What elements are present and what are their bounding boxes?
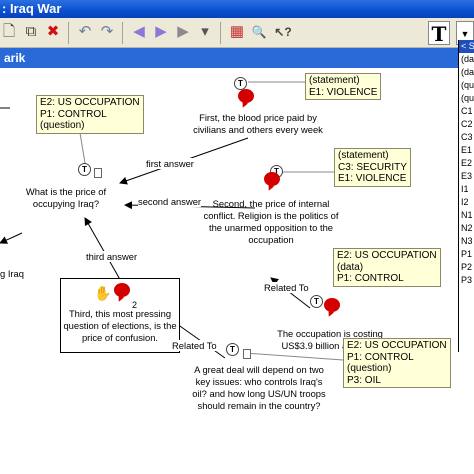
document-icon[interactable]	[243, 349, 251, 359]
code-list-item[interactable]: C2	[459, 118, 474, 131]
new-doc-icon[interactable]: 🗋	[0, 23, 18, 41]
toolbar-separator	[68, 22, 69, 44]
code-list-item[interactable]: C3	[459, 131, 474, 144]
code-list-item[interactable]: E2	[459, 157, 474, 170]
tag-line: E2: US OCCUPATION	[40, 97, 140, 108]
text-tool-button[interactable]: T	[428, 21, 450, 46]
statement-bubble-icon[interactable]	[324, 298, 340, 312]
code-list-item[interactable]: C1	[459, 105, 474, 118]
toolbar-separator	[122, 22, 123, 44]
copy-icon[interactable]: ⧉	[22, 23, 40, 41]
forward-arrow-icon[interactable]: ▶	[152, 23, 170, 41]
tag-t-icon[interactable]: T	[78, 163, 91, 176]
node-third[interactable]: Third, this most pressing question of el…	[62, 308, 178, 344]
link-line[interactable]	[0, 232, 23, 244]
redo-icon[interactable]: ↷	[98, 23, 116, 41]
node-second[interactable]: Second, the price of internal conflict. …	[200, 198, 342, 246]
map-name: arik	[4, 51, 26, 65]
tag-line: (question)	[347, 363, 392, 374]
tag-t-icon[interactable]: T	[226, 343, 239, 356]
code-list-item[interactable]: I1	[459, 183, 474, 196]
window-title: : Iraq War	[2, 1, 62, 16]
code-list-item[interactable]: (qu	[459, 79, 474, 92]
hand-cursor-icon: ✋	[94, 285, 112, 301]
tag-line: E2: US OCCUPATION	[337, 250, 437, 261]
tag-line: (statement)	[338, 150, 389, 161]
statement-bubble-icon[interactable]	[238, 89, 254, 103]
link-label-second-answer[interactable]: second answer	[138, 196, 202, 207]
tag-line: C3: SECURITY	[338, 161, 407, 173]
statement-bubble-icon[interactable]	[264, 172, 280, 186]
tag-connector	[244, 352, 344, 361]
code-list-item[interactable]: P1	[459, 248, 474, 261]
toolbar: 🗋 ⧉ ✖ ↶ ↷ ◀ ▶ ▶ ▾ ▦ 🔍 ↖? T ▼	[0, 18, 474, 48]
map-canvas[interactable]: T First, the blood price paid by civilia…	[0, 68, 458, 474]
tag-t-icon[interactable]: T	[310, 295, 323, 308]
document-icon[interactable]	[94, 168, 102, 178]
code-list-item[interactable]: E1	[459, 144, 474, 157]
tag-line: (data)	[337, 261, 364, 273]
code-list-item[interactable]: P2	[459, 261, 474, 274]
link-label-related-to[interactable]: Related To	[264, 282, 309, 293]
tag-box[interactable]: E2: US OCCUPATION P1: CONTROL (question)	[36, 95, 144, 134]
code-list-item[interactable]: P3	[459, 274, 474, 287]
code-list-item[interactable]: N1	[459, 209, 474, 222]
node-question[interactable]: What is the price of occupying Iraq?	[18, 186, 114, 210]
tag-line: (question)	[40, 120, 85, 131]
code-list-item[interactable]: (qu	[459, 92, 474, 105]
tag-line: E1: VIOLENCE	[309, 86, 378, 98]
node-fragment[interactable]: g Iraq	[0, 268, 32, 280]
link-label-third-answer[interactable]: third answer	[86, 251, 138, 262]
delete-x-icon[interactable]: ✖	[44, 23, 62, 41]
code-list-item[interactable]: < S	[459, 40, 474, 53]
tag-box[interactable]: E2: US OCCUPATION P1: CONTROL (question)…	[343, 338, 451, 388]
toolbar-separator	[220, 22, 221, 44]
help-pointer-icon[interactable]: ↖?	[274, 23, 292, 41]
code-list-item[interactable]: (da	[459, 53, 474, 66]
statement-bubble-icon[interactable]	[114, 283, 130, 297]
node-deal[interactable]: A great deal will depend on two key issu…	[190, 364, 328, 412]
dropdown-arrow-icon[interactable]: ▾	[196, 23, 214, 41]
map-header: arik	[0, 48, 458, 68]
tag-line: E1: VIOLENCE	[338, 173, 407, 184]
code-list-item[interactable]: E3	[459, 170, 474, 183]
window-title-bar: : Iraq War	[0, 0, 474, 18]
tag-line: P3: OIL	[347, 374, 381, 386]
code-list-item[interactable]: (da	[459, 66, 474, 79]
link-label-first-answer[interactable]: first answer	[146, 158, 194, 169]
tag-line: P1: CONTROL	[40, 108, 107, 120]
tag-box[interactable]: E2: US OCCUPATION (data) P1: CONTROL	[333, 248, 441, 287]
zoom-icon[interactable]: 🔍	[250, 23, 268, 41]
forward2-arrow-icon[interactable]: ▶	[174, 23, 192, 41]
tag-box[interactable]: (statement) C3: SECURITY E1: VIOLENCE	[334, 148, 411, 187]
node-blood-price[interactable]: First, the blood price paid by civilians…	[188, 112, 328, 136]
undo-icon[interactable]: ↶	[76, 23, 94, 41]
code-list-sidebar[interactable]: < S (da (da (qu (qu C1 C2 C3 E1 E2 E3 I1…	[458, 40, 474, 352]
back-arrow-icon[interactable]: ◀	[130, 23, 148, 41]
tag-box[interactable]: (statement) E1: VIOLENCE	[305, 73, 382, 100]
tag-line: (statement)	[309, 75, 360, 86]
code-list-item[interactable]: I2	[459, 196, 474, 209]
tag-line: P1: CONTROL	[347, 351, 414, 363]
code-list-item[interactable]: N3	[459, 235, 474, 248]
layout-icon[interactable]: ▦	[228, 23, 246, 41]
link-label-related-to[interactable]: Related To	[172, 340, 217, 351]
tag-line: E2: US OCCUPATION	[347, 340, 447, 351]
code-list-item[interactable]: N2	[459, 222, 474, 235]
tag-line: P1: CONTROL	[337, 273, 404, 284]
